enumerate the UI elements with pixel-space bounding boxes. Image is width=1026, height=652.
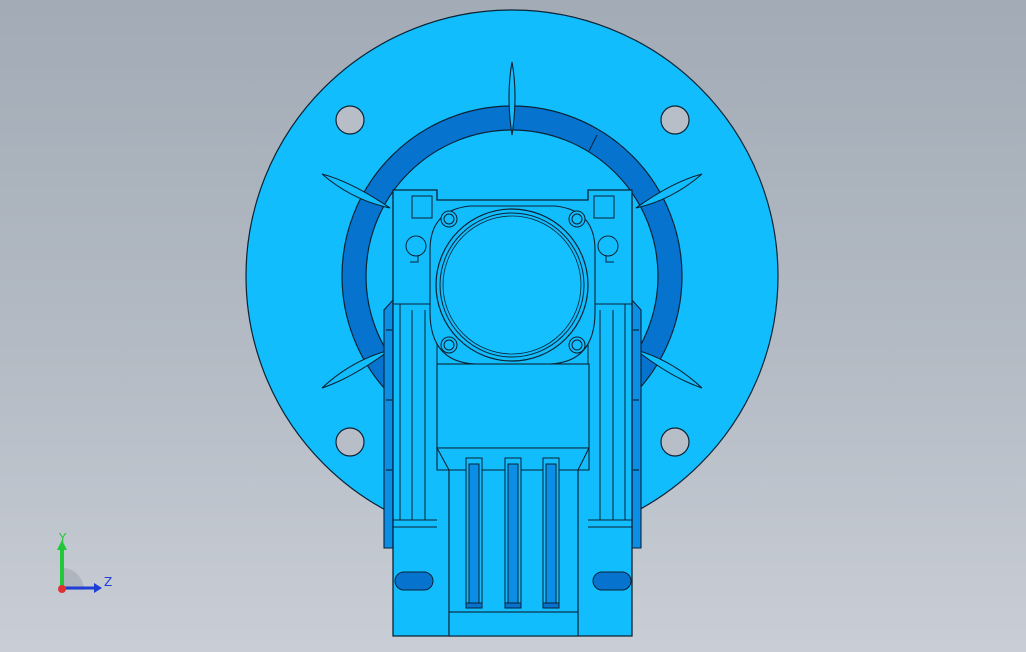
bolt-hole — [335, 427, 365, 457]
housing-ribs — [465, 457, 560, 609]
triad-z-label: Z — [104, 575, 112, 589]
bolt-hole — [660, 105, 690, 135]
triad-z-arrow — [94, 583, 102, 593]
bolt-hole — [335, 105, 365, 135]
graphics-viewport[interactable]: Y Z — [0, 0, 1026, 652]
gearbox-model[interactable] — [0, 0, 1026, 652]
nameplate-panel — [436, 363, 590, 449]
bolt-hole — [660, 427, 690, 457]
triad-y-label: Y — [58, 531, 67, 545]
triad-x-axis-dot — [58, 585, 66, 593]
orientation-triad[interactable]: Y Z — [40, 528, 130, 608]
